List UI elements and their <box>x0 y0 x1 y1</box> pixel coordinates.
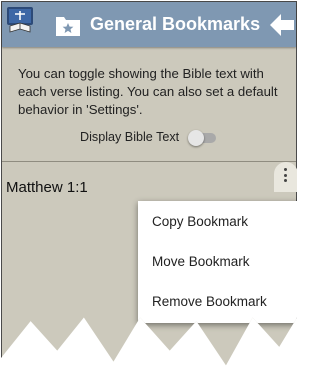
more-vertical-icon <box>284 168 288 185</box>
bookmark-label: Matthew 1:1 <box>6 179 88 196</box>
display-bible-text-toggle-row[interactable]: Display Bible Text <box>80 129 230 147</box>
screen-frame: General Bookmarks You can toggle showing… <box>1 1 297 366</box>
bible-app-icon[interactable] <box>6 6 34 34</box>
switch-knob[interactable] <box>188 130 204 146</box>
app-bar: General Bookmarks <box>2 2 296 47</box>
bookmark-context-menu: Copy Bookmark Move Bookmark Remove Bookm… <box>138 201 297 323</box>
move-bookmark-menu-item[interactable]: Move Bookmark <box>152 254 250 269</box>
display-bible-text-switch[interactable] <box>188 130 216 146</box>
bookmark-folder-icon <box>56 17 80 36</box>
remove-bookmark-menu-item[interactable]: Remove Bookmark <box>152 294 267 309</box>
copy-bookmark-menu-item[interactable]: Copy Bookmark <box>152 214 248 229</box>
overflow-menu-button[interactable] <box>274 162 297 192</box>
info-text: You can toggle showing the Bible text wi… <box>18 66 278 117</box>
toggle-label: Display Bible Text <box>80 130 180 144</box>
page-title: General Bookmarks <box>90 14 261 34</box>
back-arrow-icon[interactable] <box>268 12 296 38</box>
